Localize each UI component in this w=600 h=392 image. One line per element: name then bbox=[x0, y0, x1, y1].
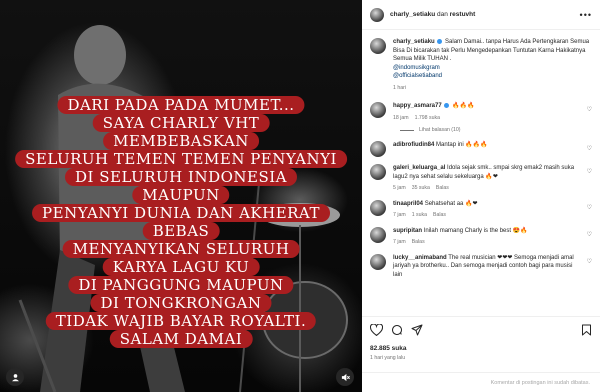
author-joiner: dan bbox=[436, 11, 448, 18]
mention-link[interactable]: @officialsetiaband bbox=[393, 72, 592, 81]
comment-likes[interactable]: 35 suka bbox=[412, 185, 430, 191]
mention-link[interactable]: @indomusikgram bbox=[393, 64, 592, 73]
comments-disabled-notice: Komentar di postingan ini sudah dibatas. bbox=[362, 372, 600, 392]
comment-username[interactable]: supripitan bbox=[393, 228, 422, 234]
verified-icon bbox=[444, 102, 450, 108]
overlay-text-line: Dari Pada Pada Mumet... bbox=[57, 96, 305, 114]
mute-icon[interactable] bbox=[336, 368, 354, 386]
avatar[interactable] bbox=[370, 141, 386, 157]
overlay-text-line: Karya Lagu ku bbox=[102, 258, 260, 276]
more-options-icon[interactable]: ••• bbox=[580, 10, 592, 20]
comment-username[interactable]: tinaapril04 bbox=[393, 201, 423, 207]
like-comment-icon[interactable]: ♡ bbox=[587, 231, 592, 247]
overlay-text-line: di Seluruh Indonesia bbox=[65, 168, 297, 186]
comment-icon[interactable] bbox=[391, 324, 403, 336]
avatar[interactable] bbox=[370, 253, 386, 270]
overlay-text-line: Seluruh Temen Temen Penyanyi bbox=[15, 150, 347, 168]
overlay-text-line: Bebas bbox=[142, 222, 220, 240]
comment-time: 18 jam bbox=[393, 114, 409, 121]
avatar[interactable] bbox=[370, 199, 386, 216]
comment-time: 5 jam bbox=[393, 185, 406, 191]
author-username[interactable]: charly_setiaku bbox=[390, 11, 435, 18]
like-comment-icon[interactable]: ♡ bbox=[587, 106, 592, 122]
avatar[interactable] bbox=[370, 226, 386, 243]
post-image[interactable]: Dari Pada Pada Mumet... Saya Charly VHT … bbox=[0, 0, 362, 392]
caption-meta: 1 hari bbox=[393, 84, 406, 91]
post-header: charly_setiaku dan restuvht ••• bbox=[362, 0, 600, 30]
reply-button[interactable]: Balas bbox=[436, 185, 449, 191]
comment-text: 🔥🔥🔥 bbox=[452, 103, 475, 109]
comment-likes[interactable]: 1.798 suka bbox=[415, 115, 440, 121]
author-names: charly_setiaku dan restuvht bbox=[390, 11, 475, 18]
comment-time: 7 jam bbox=[393, 239, 406, 245]
comments-list[interactable]: charly_setiaku Salam Damai.. tanpa Harus… bbox=[362, 30, 600, 320]
overlay-text-line: Salam Damai bbox=[109, 330, 253, 348]
likes-count[interactable]: 82.885 suka bbox=[370, 345, 592, 352]
reply-button[interactable]: Balas bbox=[412, 239, 425, 245]
overlay-text-line: Menyanyikan Seluruh bbox=[62, 240, 300, 258]
comment-time: 7 jam bbox=[393, 212, 406, 218]
overlay-text-line: Penyanyi Dunia Dan akherat bbox=[32, 204, 330, 222]
caption-username[interactable]: charly_setiaku bbox=[393, 39, 435, 45]
avatar[interactable] bbox=[370, 102, 386, 118]
comment: galeri_keluarga_al Idola sejak smk.. smp… bbox=[370, 164, 592, 193]
caption: charly_setiaku Salam Damai.. tanpa Harus… bbox=[370, 38, 592, 92]
comment-text: Mantap ini 🔥🔥🔥 bbox=[436, 142, 488, 148]
author-avatar[interactable] bbox=[370, 7, 384, 22]
like-comment-icon[interactable]: ♡ bbox=[587, 168, 592, 193]
share-icon[interactable] bbox=[411, 324, 423, 336]
comment-username[interactable]: galeri_keluarga_al bbox=[393, 165, 445, 171]
overlay-text-line: di Tongkrongan bbox=[90, 294, 272, 312]
posted-time: 1 hari yang lalu bbox=[370, 355, 406, 361]
overlay-text-line: Maupun bbox=[132, 186, 230, 204]
view-replies-button[interactable]: Lihat balasan (10) bbox=[400, 127, 592, 133]
comment-text: Sehatsehat aa 🔥❤ bbox=[424, 200, 478, 207]
comment: tinaapril04 Sehatsehat aa 🔥❤ 7 jam 1 suka… bbox=[370, 199, 592, 220]
like-comment-icon[interactable]: ♡ bbox=[587, 204, 592, 220]
post-actions: 82.885 suka 1 hari yang lalu bbox=[362, 316, 600, 361]
comment-text: Inilah mamang Charly is the best 😍🔥 bbox=[423, 227, 528, 234]
like-comment-icon[interactable]: ♡ bbox=[587, 145, 592, 157]
post-details-panel: charly_setiaku dan restuvht ••• charly_s… bbox=[362, 0, 600, 392]
overlay-text-line: Saya Charly VHT bbox=[92, 114, 270, 132]
like-icon[interactable] bbox=[370, 324, 383, 336]
comment-username[interactable]: adibrofiudin84 bbox=[393, 142, 434, 148]
reply-button[interactable]: Balas bbox=[433, 212, 446, 218]
comment: happy_asmara77 🔥🔥🔥 18 jam 1.798 suka ♡ bbox=[370, 102, 592, 122]
like-comment-icon[interactable]: ♡ bbox=[587, 258, 592, 280]
collaborator-username[interactable]: restuvht bbox=[450, 11, 476, 18]
overlay-text-line: Membebaskan bbox=[103, 132, 259, 150]
comment-likes[interactable]: 1 suka bbox=[412, 212, 427, 218]
comment: supripitan Inilah mamang Charly is the b… bbox=[370, 226, 592, 247]
comment-username[interactable]: lucky__animaband bbox=[393, 255, 447, 261]
author-avatar[interactable] bbox=[370, 38, 386, 54]
comment-username[interactable]: happy_asmara77 bbox=[393, 103, 442, 109]
bookmark-icon[interactable] bbox=[581, 324, 592, 336]
overlay-text-line: Tidak Wajib Bayar Royalti. bbox=[45, 312, 317, 330]
tagged-user-icon[interactable] bbox=[6, 368, 24, 386]
comment: lucky__animaband The real musician ❤❤❤ S… bbox=[370, 253, 592, 280]
overlay-text-line: di Panggung Maupun bbox=[68, 276, 294, 294]
avatar[interactable] bbox=[370, 164, 386, 180]
verified-icon bbox=[437, 38, 443, 44]
comment: adibrofiudin84 Mantap ini 🔥🔥🔥 ♡ bbox=[370, 141, 592, 157]
